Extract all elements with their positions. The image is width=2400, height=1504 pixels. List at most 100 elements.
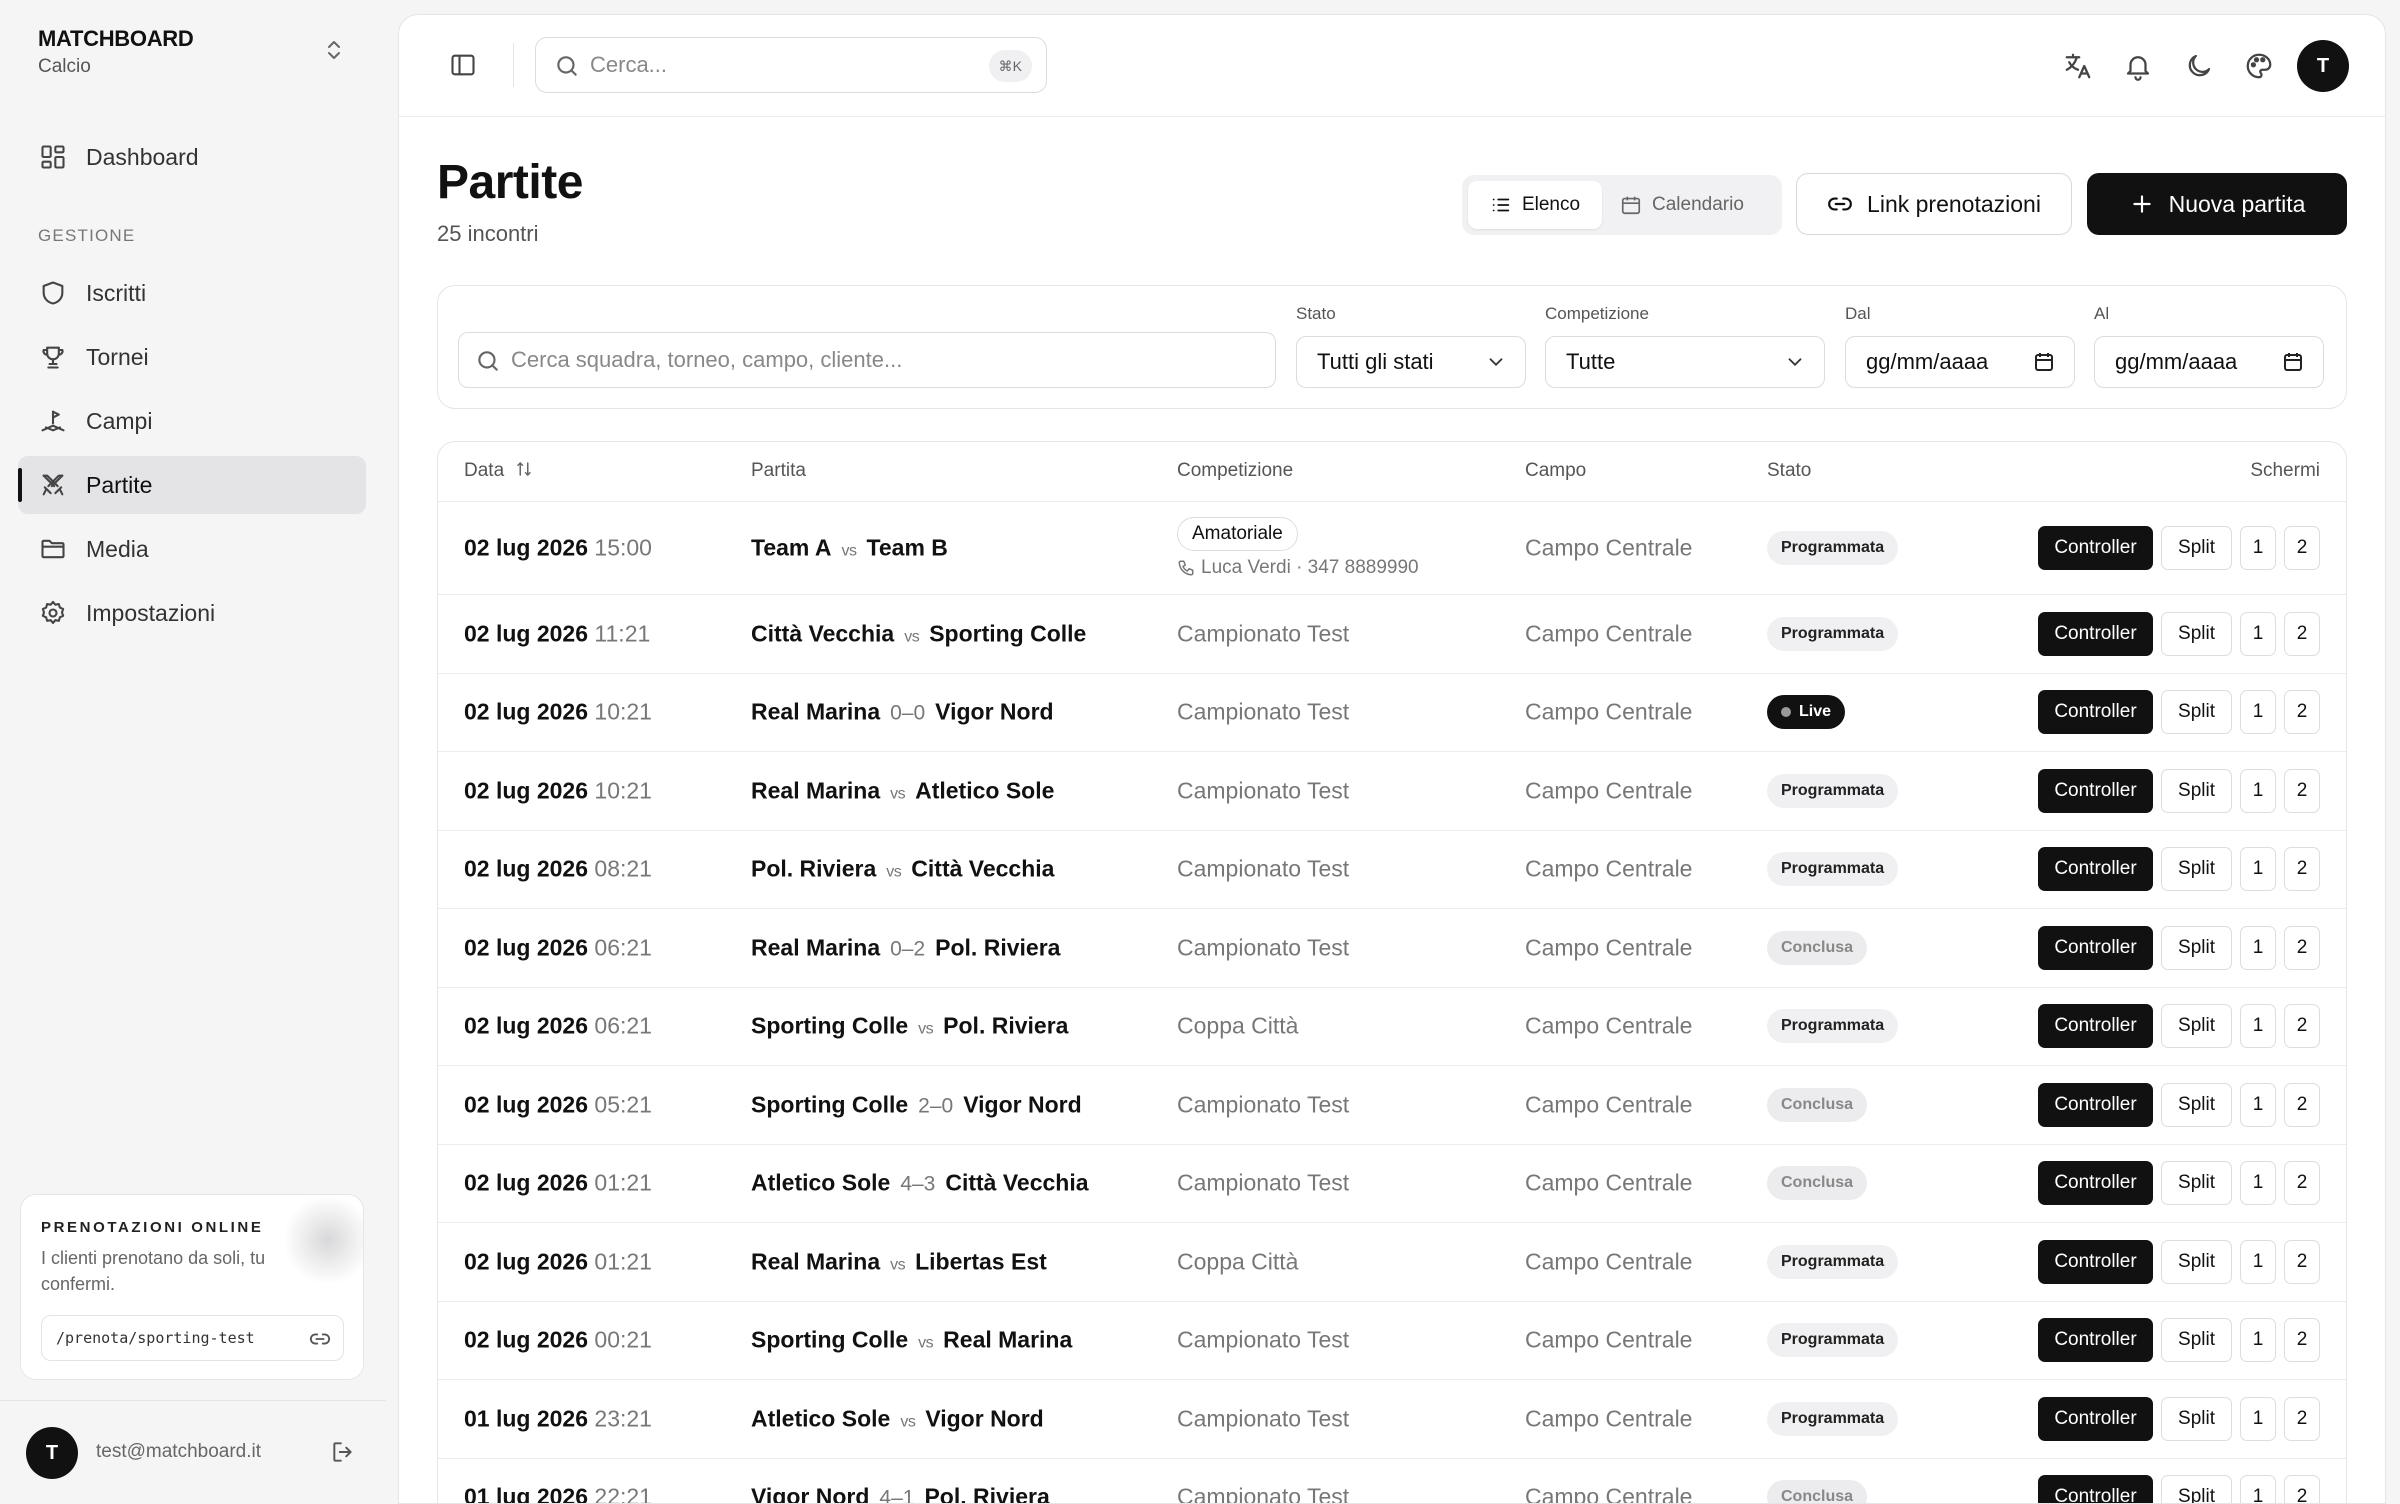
screen-2-button[interactable]: 2 — [2284, 1004, 2320, 1049]
moon-icon[interactable] — [2184, 51, 2216, 83]
screen-1-button[interactable]: 1 — [2240, 1239, 2276, 1284]
screen-2-button[interactable]: 2 — [2284, 847, 2320, 892]
palette-icon[interactable] — [2244, 51, 2276, 83]
split-button[interactable]: Split — [2161, 1475, 2232, 1503]
sidebar-item-media[interactable]: Media — [18, 520, 366, 578]
split-button[interactable]: Split — [2161, 1318, 2232, 1363]
competition-select[interactable]: Tutte — [1545, 336, 1825, 388]
screen-1-button[interactable]: 1 — [2240, 768, 2276, 813]
controller-button[interactable]: Controller — [2038, 847, 2153, 892]
competition-select-value: Tutte — [1566, 349, 1616, 374]
sidebar-toggle-icon[interactable] — [449, 51, 479, 81]
screen-2-button[interactable]: 2 — [2284, 611, 2320, 656]
sidebar-item-dashboard[interactable]: Dashboard — [18, 128, 366, 186]
controller-button[interactable]: Controller — [2038, 925, 2153, 970]
screen-2-button[interactable]: 2 — [2284, 1161, 2320, 1206]
translate-icon[interactable] — [2063, 51, 2095, 83]
table-row[interactable]: 02 lug 2026 10:21 Real Marina vs Atletico … — [438, 752, 2346, 831]
sidebar-item-impostazioni[interactable]: Impostazioni — [18, 584, 366, 642]
screen-2-button[interactable]: 2 — [2284, 1318, 2320, 1363]
controller-button[interactable]: Controller — [2038, 690, 2153, 735]
brand[interactable]: MATCHBOARD Calcio — [38, 26, 194, 78]
screen-1-button[interactable]: 1 — [2240, 611, 2276, 656]
controller-button[interactable]: Controller — [2038, 1318, 2153, 1363]
avatar[interactable]: T — [26, 1427, 78, 1479]
sidebar-item-partite[interactable]: Partite — [18, 456, 366, 514]
controller-button[interactable]: Controller — [2038, 1396, 2153, 1441]
status-select[interactable]: Tutti gli stati — [1296, 336, 1526, 388]
screen-1-button[interactable]: 1 — [2240, 1082, 2276, 1127]
split-button[interactable]: Split — [2161, 1239, 2232, 1284]
table-row[interactable]: 02 lug 2026 11:21 Città Vecchia vs Sportin… — [438, 595, 2346, 674]
calendar-icon[interactable] — [2281, 350, 2305, 374]
sidebar-item-iscritti[interactable]: Iscritti — [18, 264, 366, 322]
search-input[interactable]: Cerca... ⌘K — [535, 37, 1047, 93]
split-button[interactable]: Split — [2161, 925, 2232, 970]
table-row[interactable]: 01 lug 2026 22:21 Vigor Nord 4–1 Pol. Rivi… — [438, 1459, 2346, 1503]
table-row[interactable]: 02 lug 2026 10:21 Real Marina 0–0 Vigor No… — [438, 674, 2346, 752]
view-list-label: Elenco — [1521, 194, 1581, 215]
screen-1-button[interactable]: 1 — [2240, 1475, 2276, 1503]
controller-button[interactable]: Controller — [2038, 1082, 2153, 1127]
new-match-button[interactable]: Nuova partita — [2087, 173, 2347, 235]
table-row[interactable]: 02 lug 2026 00:21 Sporting Colle vs Real M… — [438, 1302, 2346, 1380]
split-button[interactable]: Split — [2161, 1396, 2232, 1441]
filter-search-input[interactable]: Cerca squadra, torneo, campo, cliente... — [458, 332, 1276, 388]
chevrons-up-down-icon[interactable] — [322, 38, 346, 66]
controller-button[interactable]: Controller — [2038, 768, 2153, 813]
screen-2-button[interactable]: 2 — [2284, 768, 2320, 813]
split-button[interactable]: Split — [2161, 1082, 2232, 1127]
split-button[interactable]: Split — [2161, 690, 2232, 735]
table-row[interactable]: 01 lug 2026 23:21 Atletico Sole vs Vigor N… — [438, 1380, 2346, 1459]
screen-1-button[interactable]: 1 — [2240, 925, 2276, 970]
split-button[interactable]: Split — [2161, 768, 2232, 813]
view-calendar-button[interactable]: Calendario — [1620, 181, 1776, 229]
to-date-input[interactable]: gg/mm/aaaa — [2094, 336, 2324, 388]
screen-1-button[interactable]: 1 — [2240, 1318, 2276, 1363]
controller-button[interactable]: Controller — [2038, 1161, 2153, 1206]
screen-1-button[interactable]: 1 — [2240, 847, 2276, 892]
split-button[interactable]: Split — [2161, 611, 2232, 656]
split-button[interactable]: Split — [2161, 1161, 2232, 1206]
booking-link[interactable]: /prenota/sporting-test — [41, 1315, 344, 1361]
booking-link-button[interactable]: Link prenotazioni — [1796, 173, 2072, 235]
controller-button[interactable]: Controller — [2038, 526, 2153, 570]
column-header-date[interactable]: Data — [464, 460, 533, 482]
table-row[interactable]: 02 lug 2026 08:21 Pol. Riviera vs Città Ve… — [438, 831, 2346, 909]
controller-button[interactable]: Controller — [2038, 1475, 2153, 1503]
from-date-input[interactable]: gg/mm/aaaa — [1845, 336, 2075, 388]
bell-icon[interactable] — [2123, 51, 2155, 83]
screen-2-button[interactable]: 2 — [2284, 1239, 2320, 1284]
screen-2-button[interactable]: 2 — [2284, 690, 2320, 735]
sort-icon[interactable] — [515, 460, 533, 478]
view-list-button[interactable]: Elenco — [1468, 181, 1602, 229]
user-avatar[interactable]: T — [2297, 40, 2349, 92]
sidebar-item-tornei[interactable]: Tornei — [18, 328, 366, 386]
screen-1-button[interactable]: 1 — [2240, 1004, 2276, 1049]
screen-2-button[interactable]: 2 — [2284, 526, 2320, 570]
screen-2-button[interactable]: 2 — [2284, 1396, 2320, 1441]
screen-1-button[interactable]: 1 — [2240, 690, 2276, 735]
controller-button[interactable]: Controller — [2038, 611, 2153, 656]
screen-1-button[interactable]: 1 — [2240, 1161, 2276, 1206]
sidebar-item-campi[interactable]: Campi — [18, 392, 366, 450]
table-row[interactable]: 02 lug 2026 01:21 Atletico Sole 4–3 Città … — [438, 1145, 2346, 1223]
table-row[interactable]: 02 lug 2026 06:21 Real Marina 0–2 Pol. Riv… — [438, 909, 2346, 988]
screen-2-button[interactable]: 2 — [2284, 1475, 2320, 1503]
screen-2-button[interactable]: 2 — [2284, 925, 2320, 970]
split-button[interactable]: Split — [2161, 526, 2232, 570]
controller-button[interactable]: Controller — [2038, 1004, 2153, 1049]
link-icon[interactable] — [309, 1328, 331, 1350]
table-row[interactable]: 02 lug 2026 06:21 Sporting Colle vs Pol. R… — [438, 988, 2346, 1066]
screen-1-button[interactable]: 1 — [2240, 1396, 2276, 1441]
logout-icon[interactable] — [330, 1439, 358, 1467]
calendar-icon[interactable] — [2032, 350, 2056, 374]
split-button[interactable]: Split — [2161, 847, 2232, 892]
controller-button[interactable]: Controller — [2038, 1239, 2153, 1284]
split-button[interactable]: Split — [2161, 1004, 2232, 1049]
screen-1-button[interactable]: 1 — [2240, 526, 2276, 570]
table-row[interactable]: 02 lug 2026 15:00 Team A vs Team B Amatori… — [438, 502, 2346, 595]
screen-2-button[interactable]: 2 — [2284, 1082, 2320, 1127]
table-row[interactable]: 02 lug 2026 05:21 Sporting Colle 2–0 Vigor… — [438, 1066, 2346, 1145]
table-row[interactable]: 02 lug 2026 01:21 Real Marina vs Libertas … — [438, 1223, 2346, 1302]
